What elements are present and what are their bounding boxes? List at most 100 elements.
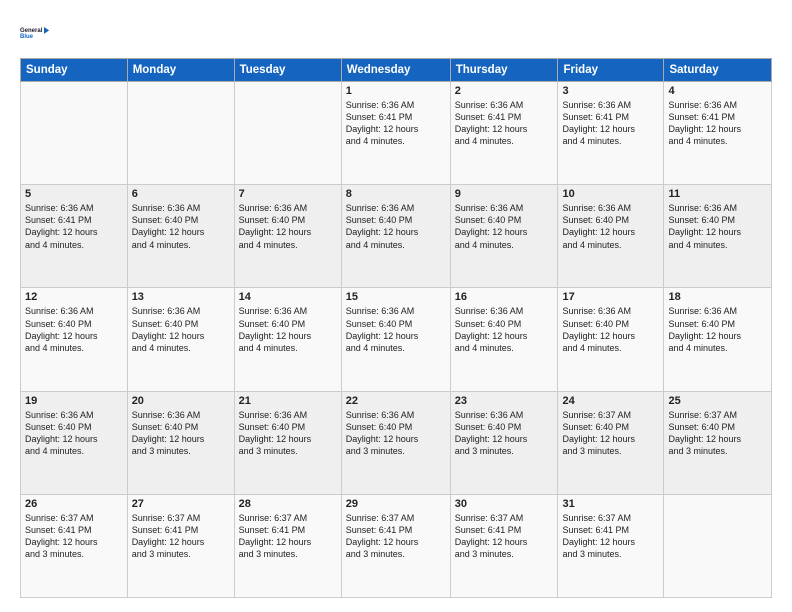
day-number: 20 [132,395,230,407]
day-cell: 1 Sunrise: 6:36 AM Sunset: 6:41 PM Daylig… [341,82,450,185]
day-cell: 10Sunrise: 6:36 AM Sunset: 6:40 PM Dayli… [558,185,664,288]
day-info: Sunrise: 6:36 AM Sunset: 6:40 PM Dayligh… [239,305,337,354]
day-cell: 28 Sunrise: 6:37 AM Sunset: 6:41 PM Dayli… [234,494,341,597]
day-number: 1 [346,85,446,97]
day-number: 12 [25,291,123,303]
day-info: Sunrise: 6:37 AM Sunset: 6:41 PM Dayligh… [346,512,446,561]
day-info: Sunrise: 6:37 AM Sunset: 6:41 PM Dayligh… [132,512,230,561]
day-cell: 14 Sunrise: 6:36 AM Sunset: 6:40 PM Dayli… [234,288,341,391]
day-info: Sunrise: 6:36 AM Sunset: 6:40 PM Dayligh… [25,305,123,354]
day-info: Sunrise: 6:36 AM Sunset: 6:40 PM Dayligh… [132,202,230,251]
logo-icon: GeneralBlue [20,18,50,48]
day-cell: 19Sunrise: 6:36 AM Sunset: 6:40 PM Dayli… [21,391,128,494]
week-row-4: 19Sunrise: 6:36 AM Sunset: 6:40 PM Dayli… [21,391,772,494]
day-cell: 31 Sunrise: 6:37 AM Sunset: 6:41 PM Dayli… [558,494,664,597]
weekday-saturday: Saturday [664,59,772,82]
calendar-table: SundayMondayTuesdayWednesdayThursdayFrid… [20,58,772,598]
logo: GeneralBlue [20,18,50,48]
day-info: Sunrise: 6:36 AM Sunset: 6:41 PM Dayligh… [346,99,446,148]
day-info: Sunrise: 6:36 AM Sunset: 6:40 PM Dayligh… [132,305,230,354]
day-number: 18 [668,291,767,303]
day-number: 9 [455,188,554,200]
day-cell: 3Sunrise: 6:36 AM Sunset: 6:41 PM Daylig… [558,82,664,185]
svg-text:General: General [20,28,43,34]
week-row-1: 1 Sunrise: 6:36 AM Sunset: 6:41 PM Daylig… [21,82,772,185]
day-number: 13 [132,291,230,303]
day-cell [234,82,341,185]
day-info: Sunrise: 6:36 AM Sunset: 6:40 PM Dayligh… [668,202,767,251]
calendar-body: 1 Sunrise: 6:36 AM Sunset: 6:41 PM Daylig… [21,82,772,598]
week-row-5: 26 Sunrise: 6:37 AM Sunset: 6:41 PM Dayli… [21,494,772,597]
day-info: Sunrise: 6:36 AM Sunset: 6:40 PM Dayligh… [239,202,337,251]
day-cell: 24 Sunrise: 6:37 AM Sunset: 6:40 PM Dayli… [558,391,664,494]
day-cell: 27 Sunrise: 6:37 AM Sunset: 6:41 PM Dayli… [127,494,234,597]
day-number: 10 [562,188,659,200]
day-info: Sunrise: 6:36 AM Sunset: 6:40 PM Dayligh… [239,409,337,458]
day-cell: 22 Sunrise: 6:36 AM Sunset: 6:40 PM Dayli… [341,391,450,494]
day-number: 6 [132,188,230,200]
day-number: 11 [668,188,767,200]
day-info: Sunrise: 6:36 AM Sunset: 6:41 PM Dayligh… [455,99,554,148]
day-info: Sunrise: 6:36 AM Sunset: 6:41 PM Dayligh… [562,99,659,148]
day-info: Sunrise: 6:37 AM Sunset: 6:41 PM Dayligh… [562,512,659,561]
weekday-tuesday: Tuesday [234,59,341,82]
day-number: 28 [239,498,337,510]
day-number: 14 [239,291,337,303]
day-cell: 12 Sunrise: 6:36 AM Sunset: 6:40 PM Dayli… [21,288,128,391]
header: GeneralBlue [20,18,772,48]
day-number: 4 [668,85,767,97]
day-cell [127,82,234,185]
day-number: 17 [562,291,659,303]
week-row-3: 12 Sunrise: 6:36 AM Sunset: 6:40 PM Dayli… [21,288,772,391]
weekday-friday: Friday [558,59,664,82]
day-cell [664,494,772,597]
svg-text:Blue: Blue [20,34,34,40]
day-info: Sunrise: 6:36 AM Sunset: 6:41 PM Dayligh… [668,99,767,148]
day-cell: 4 Sunrise: 6:36 AM Sunset: 6:41 PM Daylig… [664,82,772,185]
day-number: 24 [562,395,659,407]
day-number: 2 [455,85,554,97]
day-info: Sunrise: 6:36 AM Sunset: 6:40 PM Dayligh… [25,409,123,458]
day-cell: 21 Sunrise: 6:36 AM Sunset: 6:40 PM Dayli… [234,391,341,494]
weekday-monday: Monday [127,59,234,82]
day-number: 5 [25,188,123,200]
day-number: 21 [239,395,337,407]
day-info: Sunrise: 6:37 AM Sunset: 6:41 PM Dayligh… [455,512,554,561]
day-number: 23 [455,395,554,407]
day-cell [21,82,128,185]
day-info: Sunrise: 6:37 AM Sunset: 6:40 PM Dayligh… [668,409,767,458]
weekday-thursday: Thursday [450,59,558,82]
day-info: Sunrise: 6:36 AM Sunset: 6:40 PM Dayligh… [562,305,659,354]
day-number: 26 [25,498,123,510]
day-cell: 26 Sunrise: 6:37 AM Sunset: 6:41 PM Dayli… [21,494,128,597]
day-info: Sunrise: 6:36 AM Sunset: 6:40 PM Dayligh… [455,409,554,458]
day-cell: 8 Sunrise: 6:36 AM Sunset: 6:40 PM Daylig… [341,185,450,288]
day-number: 27 [132,498,230,510]
day-cell: 6 Sunrise: 6:36 AM Sunset: 6:40 PM Daylig… [127,185,234,288]
day-info: Sunrise: 6:36 AM Sunset: 6:40 PM Dayligh… [455,202,554,251]
day-cell: 25 Sunrise: 6:37 AM Sunset: 6:40 PM Dayli… [664,391,772,494]
day-number: 25 [668,395,767,407]
day-info: Sunrise: 6:37 AM Sunset: 6:40 PM Dayligh… [562,409,659,458]
day-cell: 2 Sunrise: 6:36 AM Sunset: 6:41 PM Daylig… [450,82,558,185]
day-cell: 17 Sunrise: 6:36 AM Sunset: 6:40 PM Dayli… [558,288,664,391]
day-number: 31 [562,498,659,510]
weekday-sunday: Sunday [21,59,128,82]
day-number: 15 [346,291,446,303]
day-info: Sunrise: 6:36 AM Sunset: 6:40 PM Dayligh… [346,409,446,458]
day-info: Sunrise: 6:37 AM Sunset: 6:41 PM Dayligh… [25,512,123,561]
day-cell: 18Sunrise: 6:36 AM Sunset: 6:40 PM Dayli… [664,288,772,391]
day-cell: 5Sunrise: 6:36 AM Sunset: 6:41 PM Daylig… [21,185,128,288]
weekday-header-row: SundayMondayTuesdayWednesdayThursdayFrid… [21,59,772,82]
day-number: 7 [239,188,337,200]
day-info: Sunrise: 6:36 AM Sunset: 6:40 PM Dayligh… [132,409,230,458]
day-info: Sunrise: 6:36 AM Sunset: 6:40 PM Dayligh… [346,305,446,354]
day-number: 29 [346,498,446,510]
day-cell: 9 Sunrise: 6:36 AM Sunset: 6:40 PM Daylig… [450,185,558,288]
day-number: 8 [346,188,446,200]
day-info: Sunrise: 6:37 AM Sunset: 6:41 PM Dayligh… [239,512,337,561]
day-cell: 30Sunrise: 6:37 AM Sunset: 6:41 PM Dayli… [450,494,558,597]
day-number: 22 [346,395,446,407]
day-number: 16 [455,291,554,303]
day-info: Sunrise: 6:36 AM Sunset: 6:40 PM Dayligh… [346,202,446,251]
